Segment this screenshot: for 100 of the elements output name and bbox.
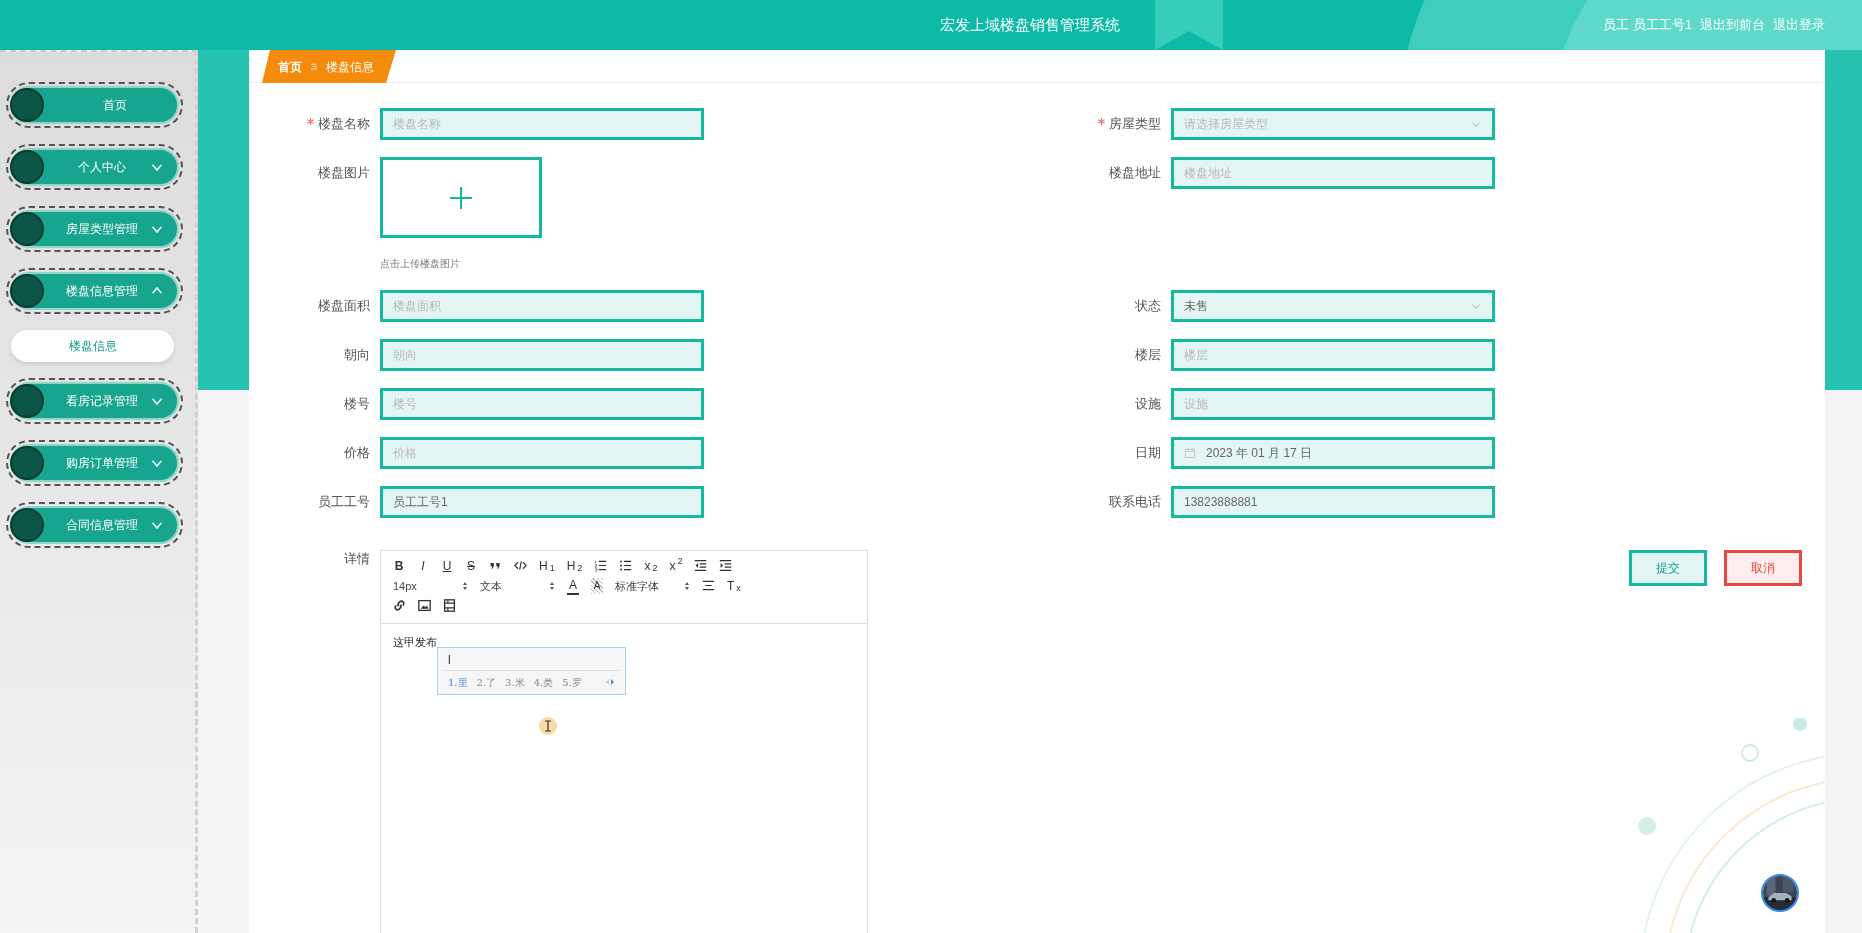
knob-icon [10,150,44,184]
field-label: 朝向 [344,346,370,362]
select-field[interactable]: 请选择房屋类型 [1171,108,1495,140]
toolbar-button[interactable]: T$_{x}$ [727,577,741,594]
updown-icon [549,580,555,591]
toolbar-button[interactable] [594,559,608,572]
toolbar-button[interactable]: B [393,557,405,574]
cancel-button[interactable]: 取消 [1724,549,1802,586]
editor-text: 这甲发布 [393,635,437,648]
dropdown[interactable]: 文本 [480,577,555,594]
toolbar-button[interactable] [393,599,406,612]
toolbar-button[interactable]: A [567,576,579,595]
rich-text-editor[interactable]: B I U S H$_{1}$ H$_{2}$ x$_{2}$ x$^{2}$ 14px 文本 A A 标准字体 T$_{x}$ 这甲发布 l 1.里 2.了 3.米 4.类 5.罗 [380,549,868,933]
bullet-list-icon [619,559,633,572]
input-field[interactable]: 楼号 [380,387,704,420]
film-icon [443,599,456,612]
align-icon [702,579,715,592]
app-title: 宏发上域楼盘销售管理系统 [940,15,1120,35]
toolbar-button[interactable] [514,559,527,572]
sidebar-item[interactable]: 购房订单管理 [10,444,179,482]
outdent-icon [694,559,708,572]
submenu-item[interactable]: 楼盘信息 [11,330,174,362]
toolbar-button[interactable] [694,559,708,572]
breadcrumb-link[interactable]: 楼盘信息 [326,57,374,76]
input-field[interactable]: 设施 [1171,387,1495,420]
input-field[interactable]: 楼层 [1171,338,1495,371]
field-label: 房屋类型 [1109,116,1161,131]
toolbar-button[interactable]: A [591,577,603,594]
date-field[interactable]: 2023 年 01 月 17 日 [1171,436,1495,469]
dropdown[interactable]: 14px [393,577,468,594]
arrows-icon [605,678,615,686]
input-field[interactable]: 楼盘面积 [380,289,704,322]
toolbar-button[interactable]: x$_{2}$ [644,557,658,574]
knob-icon [10,446,44,480]
upload-hint: 点击上传楼盘图片 [380,257,460,271]
toolbar-button[interactable]: U [441,557,453,574]
toolbar-button[interactable]: H$_{1}$ [539,557,555,574]
indent-icon [719,559,733,572]
field-label: 价格 [344,444,370,460]
ime-candidate[interactable]: 1.里 [448,674,468,690]
toolbar-button[interactable] [418,599,431,612]
toolbar-button[interactable]: S [465,557,477,574]
sidebar-item[interactable]: 楼盘信息管理 [10,272,179,310]
field-label: 楼盘图片 [318,165,370,180]
toolbar-button[interactable] [702,579,715,592]
calendar-icon [1184,446,1196,459]
field-label: 楼层 [1135,346,1161,362]
toolbar-button[interactable]: x$^{2}$ [669,557,683,574]
code-icon [514,559,527,572]
asterisk-icon [1098,118,1105,125]
toolbar-button[interactable] [619,559,633,572]
sidebar-item[interactable]: 看房记录管理 [10,382,179,420]
submit-button[interactable]: 提交 [1629,549,1707,586]
field-label: 状态 [1135,297,1161,313]
field-label: 楼号 [344,395,370,411]
input-field[interactable]: 员工工号1 [380,485,704,518]
asterisk-icon [307,118,314,125]
ime-candidate[interactable]: 3.米 [505,674,525,690]
plus-icon [450,186,472,209]
input-field[interactable]: 价格 [380,436,704,469]
input-field[interactable]: 13823888881 [1171,485,1495,518]
updown-icon [684,580,690,591]
toolbar-button[interactable]: H$_{2}$ [566,557,583,574]
ime-input: l [443,650,620,671]
field-label: 详情 [344,550,370,566]
select-field[interactable]: 未售 [1171,289,1495,322]
field-label: 楼盘名称 [318,116,370,131]
field-label: 日期 [1135,444,1161,460]
toolbar-button[interactable] [443,599,456,612]
sidebar-item[interactable]: 个人中心 [10,148,179,186]
link-icon [393,599,406,612]
sidebar-item[interactable]: 房屋类型管理 [10,210,179,248]
input-field[interactable]: 楼盘地址 [1171,157,1495,189]
field-label: 员工工号 [318,493,370,509]
sidebar-item[interactable]: 首页 [10,86,179,124]
input-field[interactable]: 楼盘名称 [380,108,704,140]
ime-candidate[interactable]: 4.类 [533,674,554,690]
input-field[interactable]: 朝向 [380,338,704,371]
ribbon-decoration [1155,0,1223,50]
dropdown[interactable]: 标准字体 [615,577,690,594]
knob-icon [10,384,44,418]
updown-icon [462,580,468,591]
image-icon [418,599,431,612]
knob-icon [10,212,44,246]
field-label: 设施 [1135,395,1161,411]
breadcrumb-link[interactable]: 首页 [278,57,302,76]
field-label: 联系电话 [1109,493,1161,509]
field-label: 楼盘面积 [318,297,370,313]
knob-icon [10,88,44,122]
field-label: 楼盘地址 [1109,165,1161,180]
numbered-list-icon [594,559,608,572]
ime-candidate[interactable]: 2.了 [476,674,497,690]
ime-candidate[interactable]: 5.罗 [562,674,582,690]
toolbar-button[interactable]: I [417,557,429,574]
text-cursor-icon [539,716,557,735]
toolbar-button[interactable] [719,559,733,572]
knob-icon [10,508,44,542]
sidebar-item[interactable]: 合同信息管理 [10,506,179,544]
separator-icon [310,62,318,71]
knob-icon [10,274,44,308]
